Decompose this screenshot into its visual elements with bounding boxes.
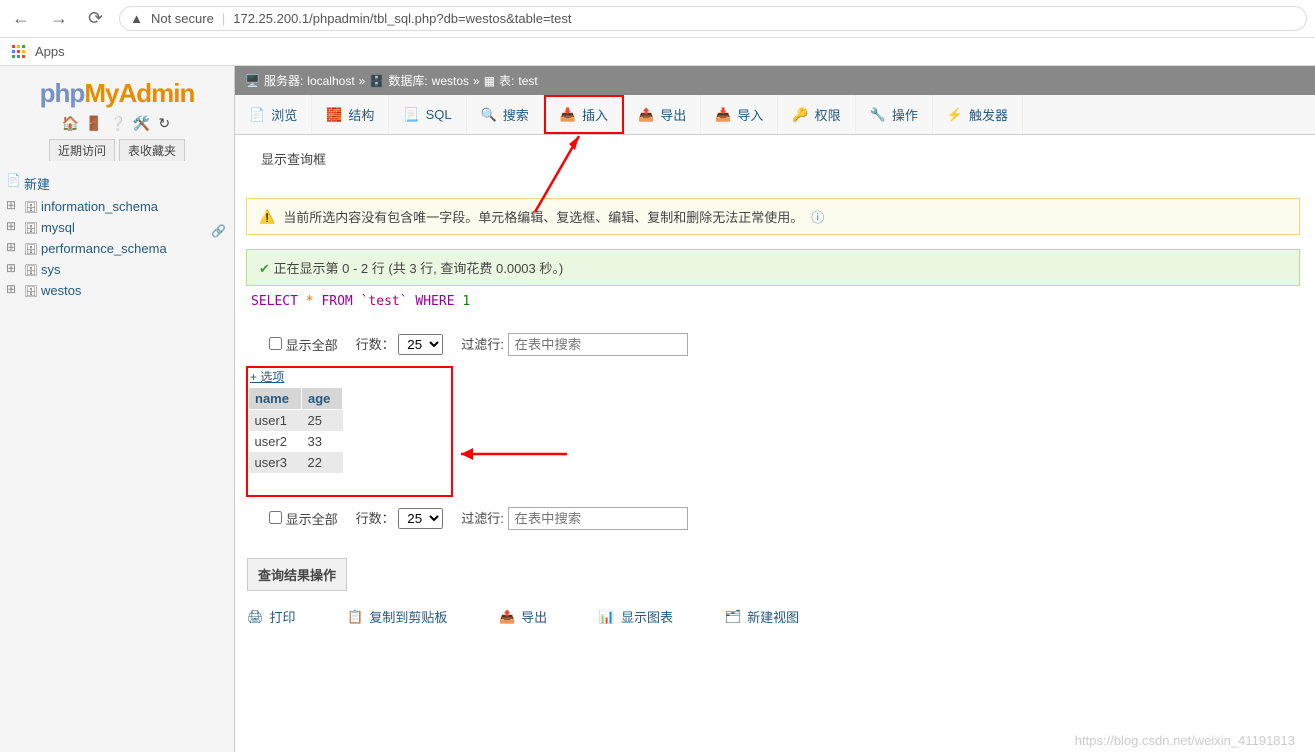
warning-text: 当前所选内容没有包含唯一字段。单元格编辑、复选框、编辑、复制和删除无法正常使用。 [283, 207, 803, 226]
sidebar: phpMyAdmin 🏠 🚪 ❔ 🛠️ ↻ 近期访问 表收藏夹 🔗 新建 🗄in… [0, 66, 235, 752]
warning-box: ⚠️ 当前所选内容没有包含唯一字段。单元格编辑、复选框、编辑、复制和删除无法正常… [246, 198, 1300, 235]
warning-icon: ⚠️ [259, 209, 275, 225]
filter-input-bottom[interactable] [508, 507, 688, 530]
sidebar-quick-icons: 🏠 🚪 ❔ 🛠️ ↻ [0, 115, 234, 131]
crumb-server[interactable]: localhost [307, 74, 354, 88]
op-export[interactable]: 📤 导出 [499, 607, 571, 626]
tree-db[interactable]: 🗄mysql [6, 217, 228, 238]
browser-toolbar: ← → ⟳ ▲ Not secure | 172.25.200.1/phpadm… [0, 0, 1315, 38]
help-icon[interactable]: ⓘ [811, 207, 824, 226]
content-area: 🖥️ 服务器: localhost » 🗄️ 数据库: westos » ▦ 表… [235, 66, 1315, 752]
forward-button[interactable]: → [46, 6, 72, 31]
bookmarks-bar: Apps [0, 38, 1315, 66]
top-tabs: 📄浏览 🧱结构 📃SQL 🔍搜索 📥插入 📤导出 📥导入 🔑权限 🔧操作 ⚡触发… [235, 95, 1315, 135]
tree-db[interactable]: 🗄westos [6, 280, 228, 301]
warning-icon: ▲ [130, 11, 143, 26]
crumb-db[interactable]: westos [432, 74, 469, 88]
url-text: 172.25.200.1/phpadmin/tbl_sql.php?db=wes… [233, 11, 571, 26]
highlighted-results: + 选项 name age user125 user233 user322 [246, 366, 453, 497]
filter-row-bottom: 显示全部 行数： 25 过滤行: [247, 497, 1315, 540]
success-box: ✔ 正在显示第 0 - 2 行 (共 3 行, 查询花费 0.0003 秒。) [246, 249, 1300, 286]
settings-icon[interactable]: 🛠️ [133, 115, 149, 131]
tab-operations[interactable]: 🔧操作 [856, 95, 933, 134]
tab-privileges[interactable]: 🔑权限 [778, 95, 855, 134]
favorites-tab[interactable]: 表收藏夹 [119, 139, 185, 161]
annotation-arrow [451, 444, 571, 467]
col-header-age[interactable]: age [301, 388, 342, 410]
home-icon[interactable]: 🏠 [62, 115, 78, 131]
tab-search[interactable]: 🔍搜索 [467, 95, 544, 134]
success-text: 正在显示第 0 - 2 行 (共 3 行, 查询花费 0.0003 秒。) [274, 261, 564, 276]
op-copy[interactable]: 📋 复制到剪贴板 [347, 607, 471, 626]
address-bar[interactable]: ▲ Not secure | 172.25.200.1/phpadmin/tbl… [119, 6, 1307, 31]
show-all-bottom[interactable]: 显示全部 [269, 509, 338, 528]
show-query-box[interactable]: 显示查询框 [261, 149, 1301, 168]
show-all-top[interactable]: 显示全部 [269, 335, 338, 354]
server-icon: 🖥️ [245, 74, 260, 88]
new-db[interactable]: 新建 [6, 171, 228, 196]
phpmyadmin-logo[interactable]: phpMyAdmin [0, 74, 234, 113]
results-ops-row: 🖨 打印 📋 复制到剪贴板 📤 导出 📊 显示图表 🗂 新建视图 [247, 601, 1315, 632]
reload-icon[interactable]: ↻ [156, 115, 172, 131]
results-ops-header: 查询结果操作 [247, 558, 347, 591]
database-icon: 🗄️ [369, 74, 384, 88]
tab-sql[interactable]: 📃SQL [389, 95, 466, 134]
security-label: Not secure [151, 11, 214, 26]
check-icon: ✔ [259, 261, 270, 276]
results-table: name age user125 user233 user322 [248, 387, 343, 473]
table-row: user233 [249, 431, 343, 452]
table-row: user125 [249, 410, 343, 432]
tree-db[interactable]: 🗄performance_schema [6, 238, 228, 259]
op-chart[interactable]: 📊 显示图表 [599, 607, 697, 626]
rows-select-bottom[interactable]: 25 [398, 508, 443, 529]
op-print[interactable]: 🖨 打印 [247, 607, 320, 626]
table-row: user322 [249, 452, 343, 473]
recent-tab[interactable]: 近期访问 [49, 139, 115, 161]
rows-select[interactable]: 25 [398, 334, 443, 355]
logout-icon[interactable]: 🚪 [85, 115, 101, 131]
filter-input-top[interactable] [508, 333, 688, 356]
breadcrumb: 🖥️ 服务器: localhost » 🗄️ 数据库: westos » ▦ 表… [235, 66, 1315, 95]
tab-export[interactable]: 📤导出 [624, 95, 701, 134]
reload-button[interactable]: ⟳ [84, 6, 107, 31]
tab-triggers[interactable]: ⚡触发器 [933, 95, 1023, 134]
apps-icon[interactable] [12, 45, 25, 58]
tab-browse[interactable]: 📄浏览 [235, 95, 312, 134]
tab-structure[interactable]: 🧱结构 [312, 95, 389, 134]
apps-label[interactable]: Apps [35, 44, 65, 59]
crumb-table[interactable]: test [518, 74, 537, 88]
op-view[interactable]: 🗂 新建视图 [725, 607, 824, 626]
options-link[interactable]: + 选项 [248, 370, 284, 384]
back-button[interactable]: ← [8, 6, 34, 31]
tab-import[interactable]: 📥导入 [701, 95, 778, 134]
col-header-name[interactable]: name [249, 388, 302, 410]
tab-insert[interactable]: 📥插入 [544, 95, 624, 134]
table-icon: ▦ [484, 74, 495, 88]
db-tree: 新建 🗄information_schema 🗄mysql 🗄performan… [0, 161, 234, 311]
sql-query: SELECT * FROM `test` WHERE 1 [247, 286, 1315, 323]
tree-db[interactable]: 🗄sys [6, 259, 228, 280]
docs-icon[interactable]: ❔ [109, 115, 125, 131]
tree-db[interactable]: 🗄information_schema [6, 196, 228, 217]
filter-row-top: 显示全部 行数： 25 过滤行: [247, 323, 1315, 366]
watermark: https://blog.csdn.net/weixin_41191813 [1075, 733, 1295, 748]
